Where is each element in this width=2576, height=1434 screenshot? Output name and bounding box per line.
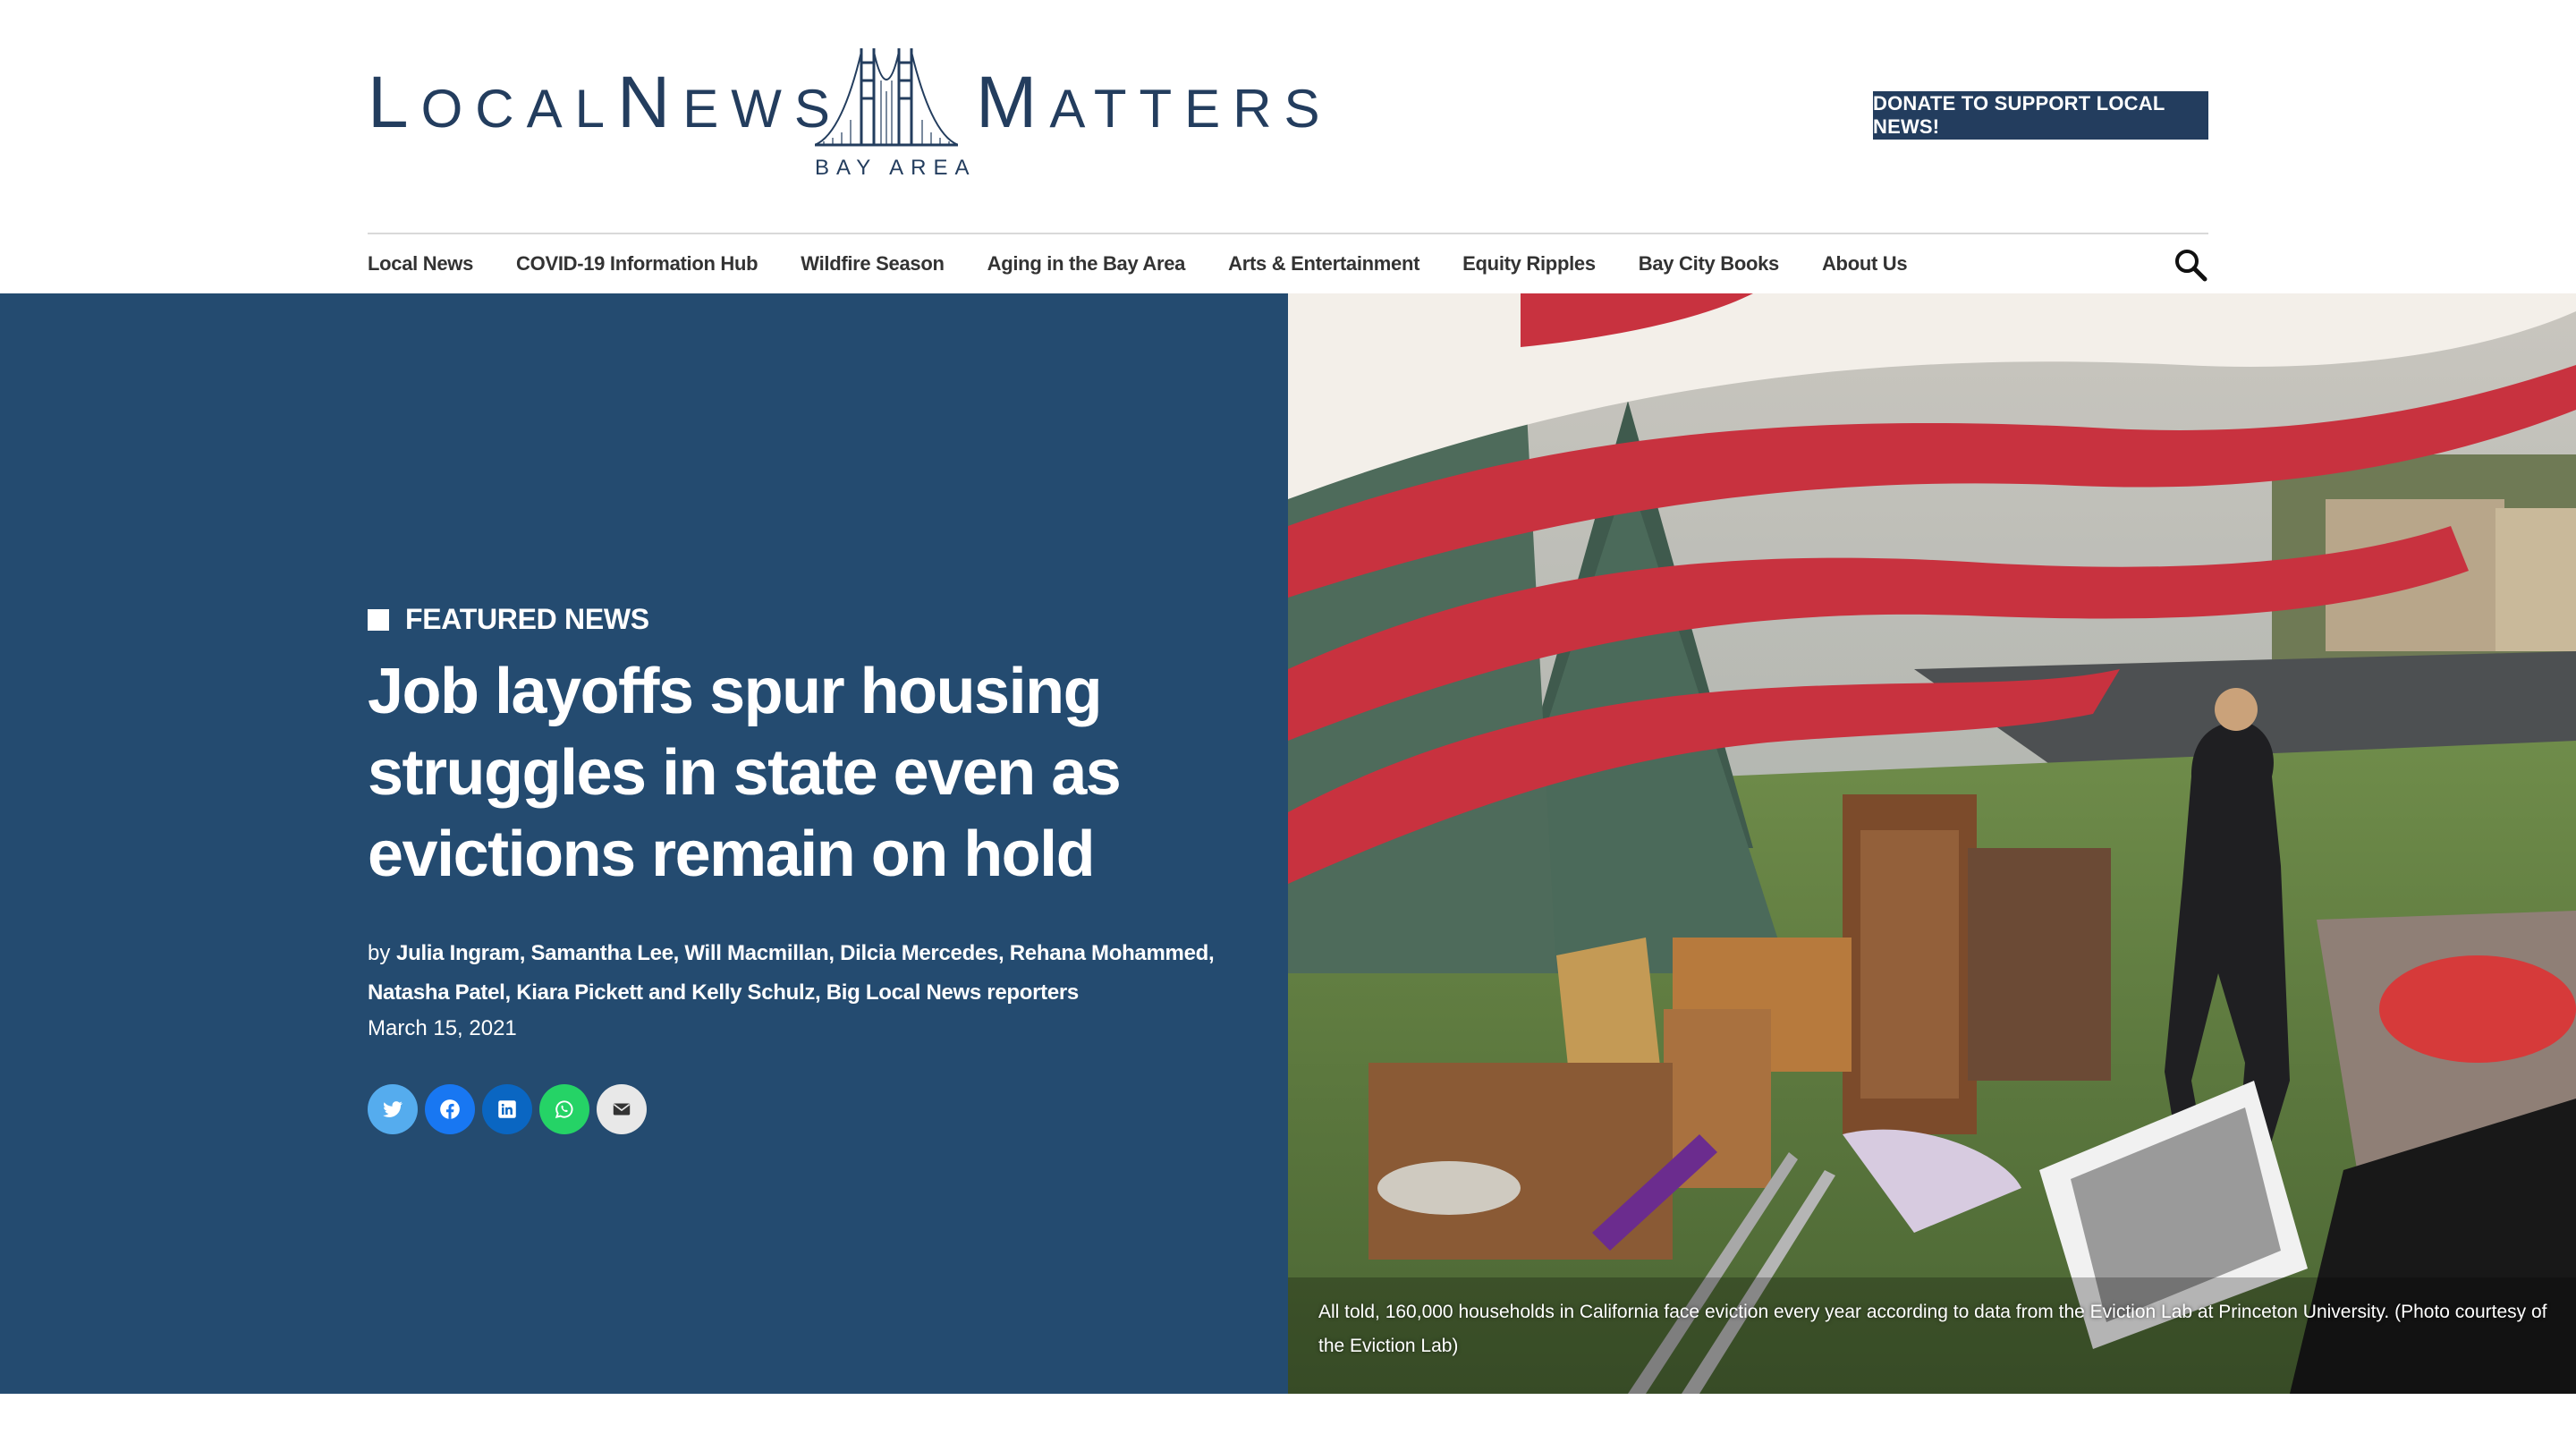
- share-facebook-button[interactable]: [425, 1084, 475, 1134]
- byline-authors[interactable]: Julia Ingram, Samantha Lee, Will Macmill…: [368, 941, 1215, 1005]
- site-header: LOCALNEWS MATTERS BAY AREA DONATE TO SUP…: [0, 0, 2576, 282]
- nav-item-arts-entertainment[interactable]: Arts & Entertainment: [1228, 252, 1419, 276]
- search-icon[interactable]: [2173, 247, 2208, 283]
- nav-item-equity-ripples[interactable]: Equity Ripples: [1462, 252, 1596, 276]
- share-twitter-button[interactable]: [368, 1084, 418, 1134]
- nav-item-about-us[interactable]: About Us: [1822, 252, 1908, 276]
- logo-subtitle: BAY AREA: [815, 156, 977, 180]
- photo-caption: All told, 160,000 households in Californ…: [1318, 1302, 2547, 1356]
- email-icon: [613, 1103, 631, 1116]
- kicker-label: FEATURED NEWS: [405, 603, 649, 635]
- main-nav: Local News COVID-19 Information Hub Wild…: [368, 234, 2208, 293]
- article-headline[interactable]: Job layoffs spur housing struggles in st…: [368, 651, 1226, 895]
- share-buttons: [368, 1084, 654, 1134]
- share-linkedin-button[interactable]: [482, 1084, 532, 1134]
- nav-item-aging-bay-area[interactable]: Aging in the Bay Area: [987, 252, 1186, 276]
- whatsapp-icon: [555, 1100, 573, 1119]
- site-logo[interactable]: LOCALNEWS MATTERS BAY AREA: [368, 45, 1320, 188]
- featured-hero: FEATURED NEWS Job layoffs spur housing s…: [0, 293, 2576, 1394]
- publish-date: March 15, 2021: [368, 1016, 517, 1040]
- nav-item-bay-city-books[interactable]: Bay City Books: [1639, 252, 1779, 276]
- donate-button[interactable]: DONATE TO SUPPORT LOCAL NEWS!: [1873, 91, 2208, 140]
- eviction-scene-photo: [1288, 293, 2576, 1394]
- kicker-square-icon: [368, 608, 389, 631]
- nav-item-local-news[interactable]: Local News: [368, 252, 473, 276]
- nav-item-covid-hub[interactable]: COVID-19 Information Hub: [516, 252, 758, 276]
- facebook-icon: [440, 1099, 460, 1119]
- category-kicker[interactable]: FEATURED NEWS: [368, 603, 649, 636]
- share-email-button[interactable]: [597, 1084, 647, 1134]
- linkedin-icon: [498, 1100, 516, 1118]
- share-whatsapp-button[interactable]: [539, 1084, 589, 1134]
- hero-text-panel: FEATURED NEWS Job layoffs spur housing s…: [0, 293, 1288, 1394]
- golden-gate-bridge-icon: [815, 48, 958, 147]
- nav-item-wildfire-season[interactable]: Wildfire Season: [801, 252, 945, 276]
- logo-wordmark-left: LOCALNEWS: [368, 62, 843, 143]
- logo-word-local: OCAL: [420, 79, 617, 139]
- twitter-icon: [383, 1101, 403, 1117]
- article-byline: by Julia Ingram, Samantha Lee, Will Macm…: [368, 934, 1262, 1013]
- byline-prefix: by: [368, 941, 391, 965]
- hero-photo[interactable]: All told, 160,000 households in Californ…: [1288, 293, 2576, 1394]
- logo-wordmark-right: MATTERS: [976, 62, 1333, 143]
